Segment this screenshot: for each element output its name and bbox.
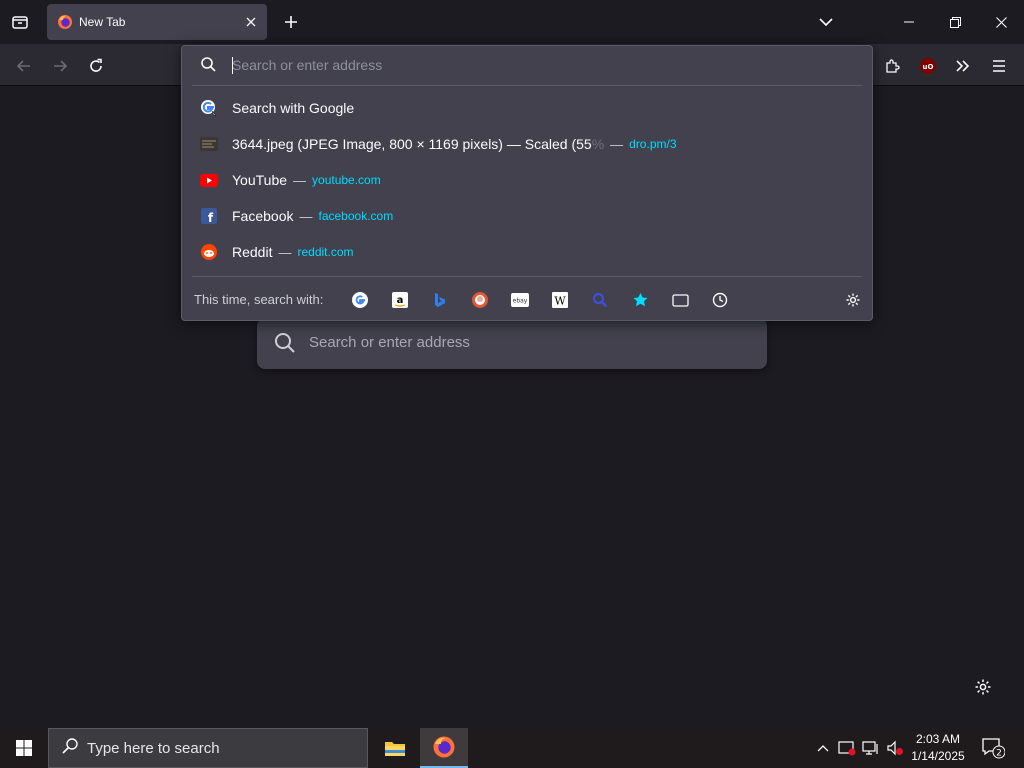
minimize-button[interactable] [886, 0, 932, 44]
result-url: reddit.com [297, 245, 354, 259]
notification-count: 2 [996, 749, 1002, 759]
taskbar-search-box[interactable]: Type here to search [48, 728, 368, 768]
result-title: Facebook [232, 208, 294, 224]
list-all-tabs-chevron-down-icon[interactable] [814, 10, 838, 34]
text-caret [232, 57, 233, 74]
result-dash: — [299, 208, 313, 224]
result-url: youtube.com [312, 173, 381, 187]
tab-new-tab[interactable]: New Tab [47, 4, 267, 40]
clock-time: 2:03 AM [915, 732, 961, 746]
content-search-box[interactable]: Search or enter address [257, 318, 767, 369]
restore-button[interactable] [932, 0, 978, 44]
urlbar-input[interactable] [232, 55, 832, 75]
search-icon [273, 331, 297, 360]
history-icon[interactable] [709, 289, 731, 311]
result-url: facebook.com [318, 209, 394, 223]
result-reddit[interactable]: Reddit — reddit.com [190, 235, 866, 269]
extensions-puzzle-icon[interactable] [878, 52, 906, 80]
network-icon[interactable] [861, 738, 881, 758]
facebook-icon: f [200, 207, 218, 225]
divider [192, 85, 862, 86]
result-history-image[interactable]: 3644.jpeg (JPEG Image, 800 × 1169 pixels… [190, 127, 866, 161]
overflow-chevrons-icon[interactable] [949, 52, 977, 80]
search-engine-icon[interactable] [589, 289, 611, 311]
clock-date: 1/14/2025 [911, 749, 965, 763]
result-search-with-google[interactable]: Search with Google [190, 91, 866, 125]
svg-text:ebay: ebay [513, 298, 528, 305]
one-off-search-buttons: This time, search with: a ebay W [182, 277, 872, 321]
personalize-gear-icon[interactable] [972, 676, 994, 698]
volume-muted-icon[interactable] [885, 738, 905, 758]
tab-title: New Tab [79, 15, 126, 29]
tab-bar: New Tab [0, 0, 1024, 44]
ublock-origin-icon[interactable]: uO [914, 52, 942, 80]
notification-center-icon[interactable]: 2 [980, 736, 1006, 760]
result-title-faded: % [591, 136, 605, 152]
forward-arrow-icon[interactable] [46, 52, 74, 80]
urlbar [182, 46, 872, 84]
back-arrow-icon[interactable] [10, 52, 38, 80]
tabs-icon[interactable] [669, 289, 691, 311]
svg-text:uO: uO [923, 63, 934, 71]
result-title: Search with Google [232, 100, 355, 116]
close-tab-icon[interactable] [243, 14, 259, 30]
reload-icon[interactable] [82, 52, 110, 80]
security-alert-icon[interactable] [837, 738, 857, 758]
result-title: Reddit [232, 244, 273, 260]
reddit-icon [200, 243, 218, 261]
close-window-button[interactable] [978, 0, 1024, 44]
urlbar-results-popup: Search with Google 3644.jpeg (JPEG Image… [181, 45, 873, 321]
wikipedia-icon[interactable]: W [549, 289, 571, 311]
search-icon [200, 56, 217, 78]
search-settings-gear-icon[interactable] [842, 289, 864, 311]
bookmarks-icon[interactable] [629, 289, 651, 311]
google-icon[interactable] [349, 289, 371, 311]
image-thumbnail-icon [200, 135, 218, 153]
result-url: dro.pm/3 [629, 137, 677, 151]
chevron-up-icon[interactable] [813, 738, 833, 758]
file-explorer-icon[interactable] [371, 728, 419, 768]
result-facebook[interactable]: f Facebook — facebook.com [190, 199, 866, 233]
firefox-taskbar-icon[interactable] [420, 728, 468, 768]
svg-text:a: a [397, 295, 404, 306]
search-icon [61, 737, 79, 760]
duckduckgo-icon[interactable] [469, 289, 491, 311]
firefox-view-icon[interactable] [8, 10, 32, 34]
amazon-icon[interactable]: a [389, 289, 411, 311]
taskbar-search-placeholder: Type here to search [87, 739, 220, 757]
youtube-icon [200, 171, 218, 189]
windows-taskbar: Type here to search 2:03 AM 1/14/2025 2 [0, 728, 1024, 768]
result-title: 3644.jpeg (JPEG Image, 800 × 1169 pixels… [232, 136, 605, 152]
result-dash: — [610, 136, 624, 152]
google-icon [200, 99, 218, 117]
firefox-icon [57, 14, 73, 30]
result-dash: — [293, 172, 307, 188]
svg-text:W: W [554, 295, 566, 308]
one-off-label: This time, search with: [194, 292, 324, 307]
hamburger-menu-icon[interactable] [985, 52, 1013, 80]
result-youtube[interactable]: YouTube — youtube.com [190, 163, 866, 197]
bing-icon[interactable] [429, 289, 451, 311]
svg-text:f: f [208, 211, 214, 224]
system-clock[interactable]: 2:03 AM 1/14/2025 [906, 731, 970, 765]
ebay-icon[interactable]: ebay [509, 289, 531, 311]
content-search-placeholder: Search or enter address [309, 334, 470, 351]
windows-start-icon[interactable] [0, 728, 48, 768]
result-dash: — [278, 244, 292, 260]
result-title: YouTube [232, 172, 288, 188]
new-tab-button[interactable] [279, 10, 303, 34]
